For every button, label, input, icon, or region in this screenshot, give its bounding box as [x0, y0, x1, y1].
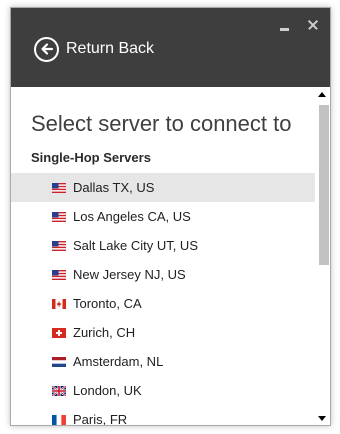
server-item[interactable]: Zurich, CH: [11, 318, 316, 347]
server-list: Dallas TX, US Los Angeles CA, US Salt Lake…: [11, 173, 316, 426]
app-window: Return Back Select server to connect to …: [10, 7, 331, 426]
page-title: Select server to connect to: [31, 111, 292, 136]
server-name: New Jersey NJ, US: [73, 267, 186, 282]
us-flag-icon: [52, 269, 66, 280]
minimize-icon[interactable]: [276, 16, 294, 34]
server-name: Dallas TX, US: [73, 180, 155, 195]
switzerland-flag-icon: [52, 327, 66, 338]
server-item[interactable]: Los Angeles CA, US: [11, 202, 316, 231]
server-name: London, UK: [73, 383, 142, 398]
back-arrow-icon: [34, 36, 59, 62]
server-item[interactable]: Toronto, CA: [11, 289, 316, 318]
server-item[interactable]: Amsterdam, NL: [11, 347, 316, 376]
server-name: Zurich, CH: [73, 325, 136, 340]
server-item[interactable]: Salt Lake City UT, US: [11, 231, 316, 260]
canada-flag-icon: [52, 298, 66, 309]
server-name: Los Angeles CA, US: [73, 209, 191, 224]
close-icon[interactable]: [304, 16, 322, 34]
us-flag-icon: [52, 182, 66, 193]
server-name: Salt Lake City UT, US: [73, 238, 198, 253]
server-item[interactable]: London, UK: [11, 376, 316, 405]
us-flag-icon: [52, 211, 66, 222]
section-label: Single-Hop Servers: [31, 150, 151, 165]
server-item[interactable]: New Jersey NJ, US: [11, 260, 316, 289]
server-name: Paris, FR: [73, 412, 128, 426]
server-name: Toronto, CA: [73, 296, 142, 311]
server-item[interactable]: Dallas TX, US: [11, 173, 316, 202]
return-back-button[interactable]: Return Back: [34, 36, 154, 62]
server-name: Amsterdam, NL: [73, 354, 164, 369]
france-flag-icon: [52, 414, 66, 425]
netherlands-flag-icon: [52, 356, 66, 367]
title-bar: Return Back: [11, 8, 330, 87]
server-item[interactable]: Paris, FR: [11, 405, 316, 426]
scroll-up-arrow-icon[interactable]: [318, 92, 326, 97]
scroll-down-arrow-icon[interactable]: [318, 416, 326, 421]
return-back-label: Return Back: [66, 40, 155, 57]
us-flag-icon: [52, 240, 66, 251]
scroll-thumb[interactable]: [319, 105, 329, 265]
vertical-scrollbar[interactable]: [315, 87, 330, 425]
uk-flag-icon: [52, 385, 66, 396]
